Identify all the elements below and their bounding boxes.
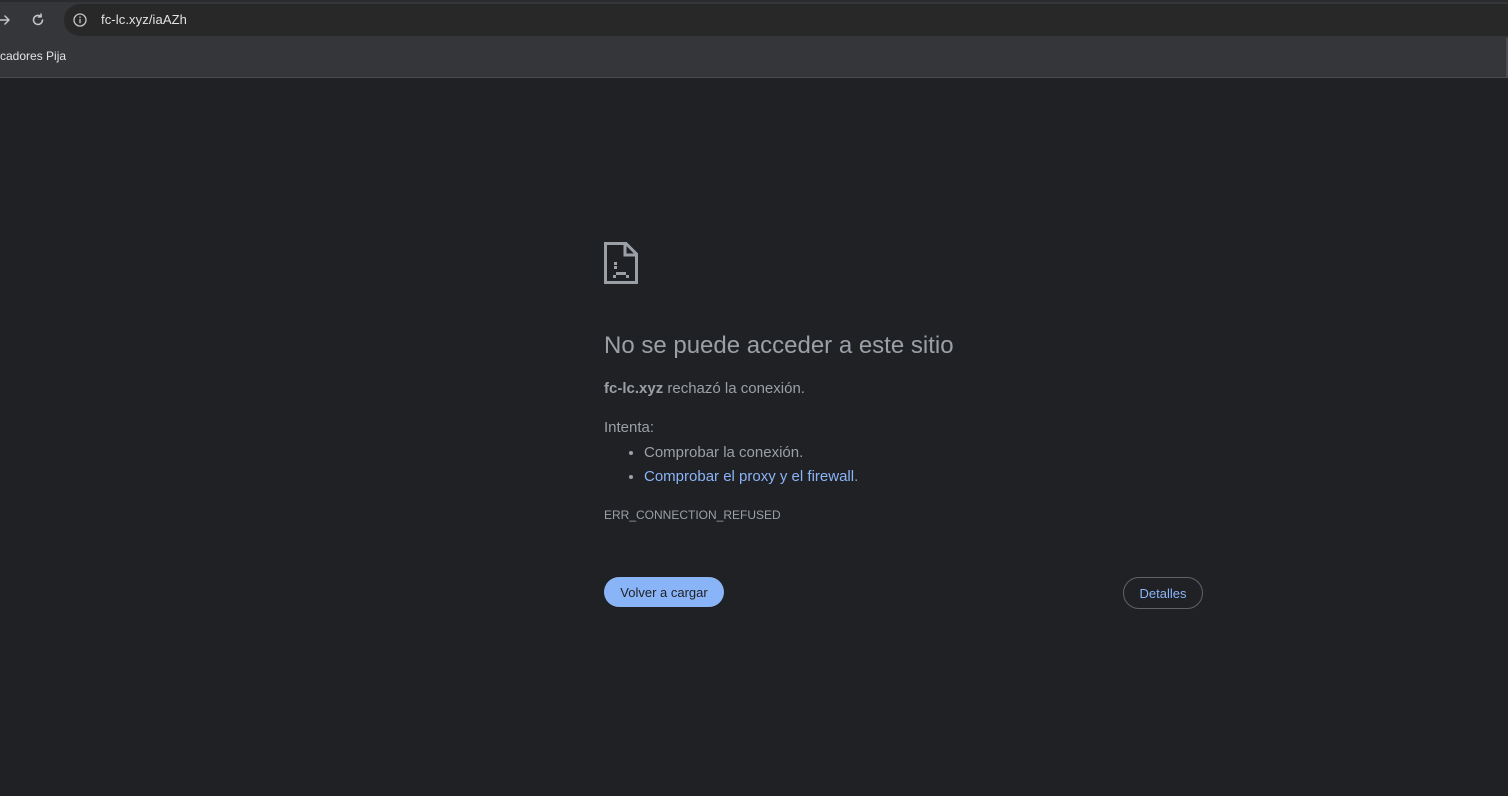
error-description: fc-lc.xyz rechazó la conexión. [604, 380, 805, 397]
reload-icon [32, 13, 44, 26]
suggestion-suffix: . [854, 468, 859, 485]
try-label: Intenta: [604, 419, 655, 436]
info-icon [73, 13, 87, 27]
arrow-right-icon [0, 15, 10, 25]
bookmark-item[interactable]: rcadores Pija [0, 49, 66, 63]
suggestion-check-connection: Comprobar la conexión. [644, 441, 858, 465]
site-info-button[interactable] [72, 12, 88, 28]
suggestion-list: Comprobar la conexión. Comprobar el prox… [604, 441, 858, 489]
proxy-firewall-link[interactable]: Comprobar el proxy y el firewall [644, 468, 854, 485]
suggestion-check-proxy: Comprobar el proxy y el firewall. [644, 465, 858, 489]
error-host: fc-lc.xyz [604, 380, 664, 397]
details-button[interactable]: Detalles [1123, 577, 1203, 609]
error-message: rechazó la conexión. [663, 380, 805, 397]
reload-page-button[interactable]: Volver a cargar [604, 577, 724, 607]
error-page: No se puede acceder a este sitio fc-lc.x… [0, 78, 1508, 796]
address-bar[interactable]: fc-lc.xyz/iaAZh [64, 4, 1508, 36]
bookmarks-bar: rcadores Pija [0, 38, 1508, 78]
forward-button[interactable] [0, 10, 14, 30]
suggestion-text: Comprobar la conexión. [644, 444, 804, 461]
sad-document-icon [604, 242, 638, 284]
error-code: ERR_CONNECTION_REFUSED [604, 508, 781, 522]
error-title: No se puede acceder a este sitio [604, 332, 954, 359]
url-text[interactable]: fc-lc.xyz/iaAZh [101, 12, 187, 27]
browser-toolbar: fc-lc.xyz/iaAZh [0, 0, 1508, 38]
reload-button[interactable] [28, 10, 48, 30]
